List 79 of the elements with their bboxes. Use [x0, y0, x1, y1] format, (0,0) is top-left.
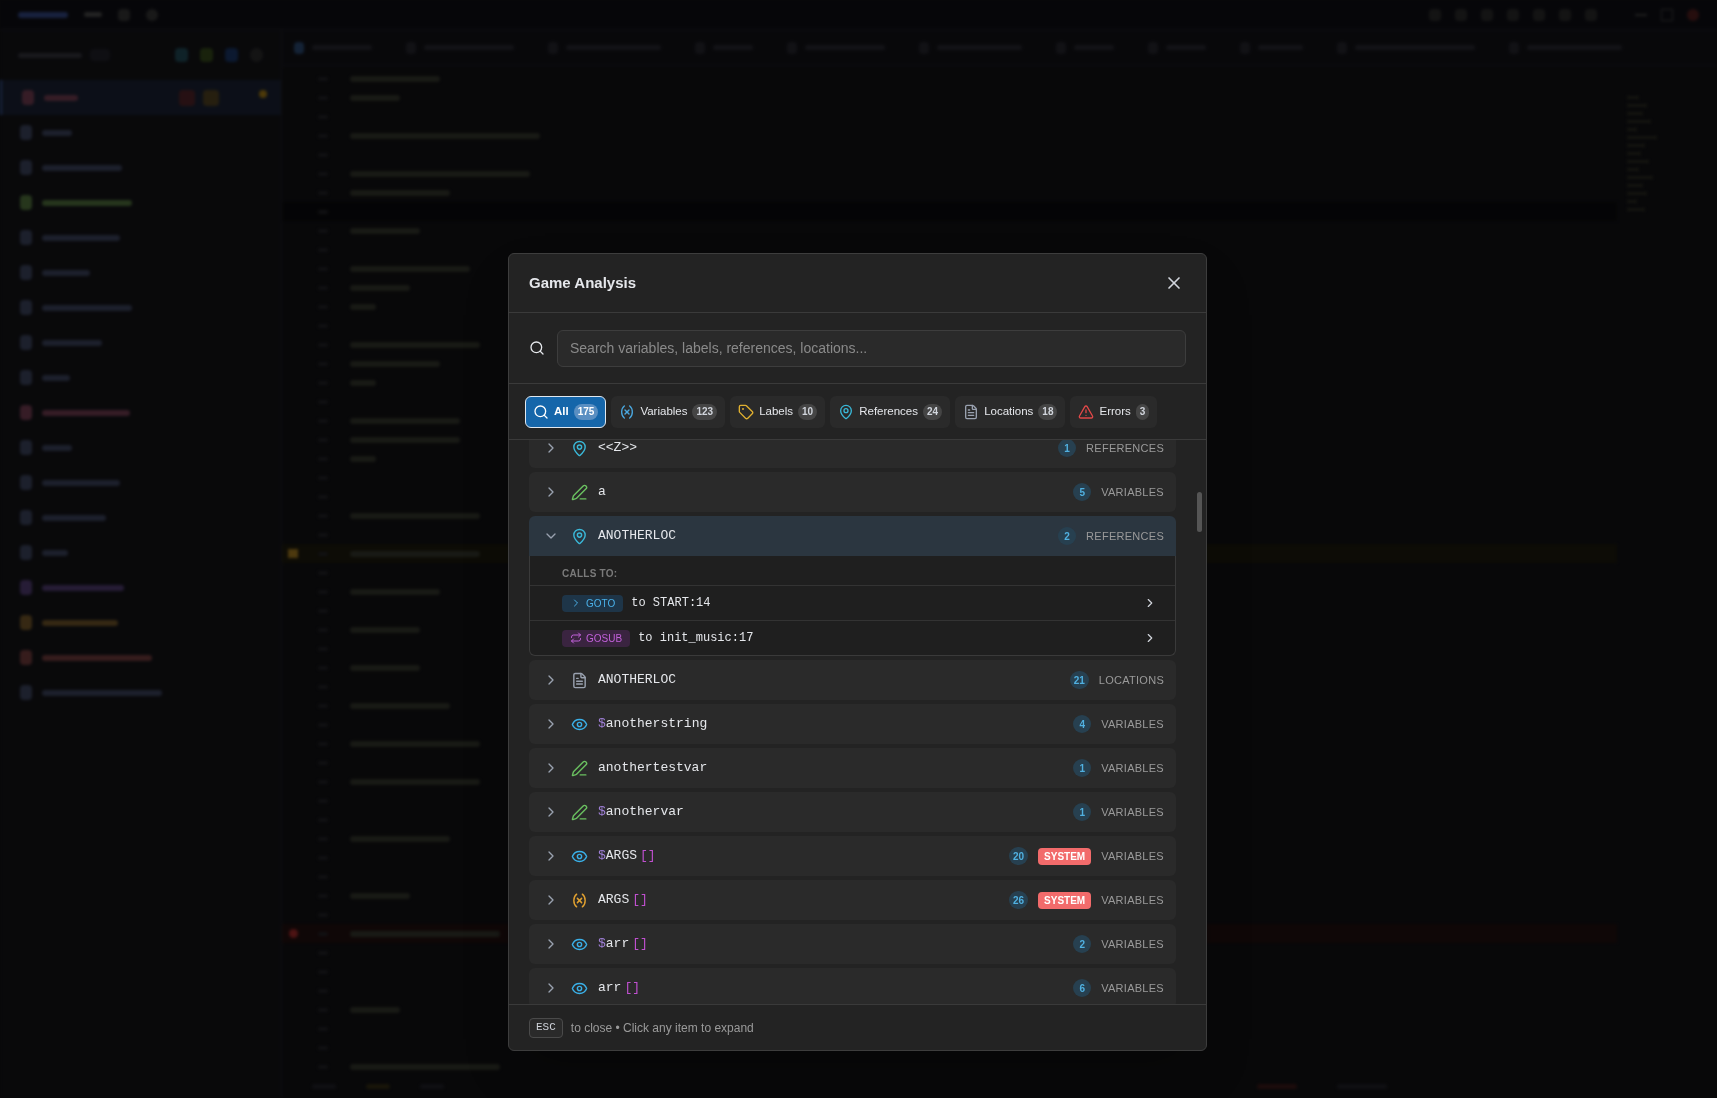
call-tag: GOTO — [562, 594, 624, 612]
result-row[interactable]: arr [] 6 VARIABLES — [529, 968, 1176, 1004]
filter-tab[interactable]: Locations 18 — [955, 395, 1066, 428]
result-name: <<Z>> — [598, 440, 637, 458]
count-badge: 21 — [1069, 671, 1089, 689]
search-field[interactable]: Search variables, labels, references, locations... — [557, 329, 1186, 367]
result-name: ANOTHERLOC — [598, 527, 676, 546]
call-tag: GOSUB — [562, 629, 631, 647]
result-row[interactable]: $ARGS [] 20 SYSTEM VARIABLES — [529, 836, 1176, 876]
result-name: $ARGS [] — [598, 847, 656, 866]
category-label: VARIABLES — [1101, 716, 1164, 732]
category-label: VARIABLES — [1101, 892, 1164, 908]
system-tag: SYSTEM — [1038, 891, 1092, 909]
result-name: a — [598, 483, 606, 502]
call-target: to START:14 — [631, 595, 711, 612]
pen-icon — [571, 803, 588, 821]
filter-tab[interactable]: Labels 10 — [730, 395, 826, 428]
call-row[interactable]: GOTO to START:14 — [530, 585, 1175, 620]
result-row[interactable]: anothertestvar 1 VARIABLES — [529, 748, 1176, 788]
result-row[interactable]: a 5 VARIABLES — [529, 472, 1176, 512]
loop-icon — [570, 632, 582, 644]
result-name: $anothervar — [598, 803, 684, 822]
call-row[interactable]: GOSUB to init_music:17 — [530, 620, 1175, 655]
result-name: ANOTHERLOC — [598, 671, 676, 690]
result-name: ARGS [] — [598, 891, 648, 910]
category-label: VARIABLES — [1101, 760, 1164, 776]
category-label: VARIABLES — [1101, 980, 1164, 996]
document-icon — [963, 403, 980, 420]
category-label: VARIABLES — [1101, 848, 1164, 864]
filter-tab[interactable]: Errors 3 — [1070, 395, 1158, 428]
count-badge: 1 — [1073, 759, 1092, 777]
result-name: $arr [] — [598, 935, 648, 954]
pen-icon — [571, 759, 588, 777]
variable-icon — [619, 403, 636, 420]
filter-tab[interactable]: Variables 123 — [611, 395, 726, 428]
result-row[interactable]: <<Z>> 1 REFERENCES — [529, 440, 1176, 468]
result-row[interactable]: $anothervar 1 VARIABLES — [529, 792, 1176, 832]
pen-icon — [571, 483, 588, 501]
filter-tab[interactable]: References 24 — [830, 395, 951, 428]
filter-tab[interactable]: All 175 — [525, 395, 607, 428]
esc-key: ESC — [529, 1017, 563, 1038]
footer-hint: to close • Click any item to expand — [570, 1019, 754, 1037]
pin-icon — [571, 440, 588, 457]
result-name: anothertestvar — [598, 759, 708, 778]
pin-icon — [571, 527, 588, 545]
category-label: REFERENCES — [1086, 528, 1164, 544]
result-row[interactable]: ANOTHERLOC 2 REFERENCES — [529, 516, 1176, 556]
call-target: to init_music:17 — [638, 630, 754, 647]
count-badge: 5 — [1073, 483, 1092, 501]
count-badge: 26 — [1008, 891, 1029, 909]
search-icon — [529, 340, 545, 356]
result-name: arr [] — [598, 979, 640, 998]
result-row[interactable]: ARGS [] 26 SYSTEM VARIABLES — [529, 880, 1176, 920]
tag-icon — [738, 403, 755, 420]
search-icon — [533, 403, 549, 420]
document-icon — [571, 671, 588, 689]
calls-heading: CALLS TO: — [561, 567, 619, 581]
count-badge: 20 — [1008, 847, 1029, 865]
count-badge: 1 — [1058, 440, 1077, 457]
count-badge: 1 — [1073, 803, 1092, 821]
scrollbar[interactable] — [1197, 492, 1202, 532]
system-tag: SYSTEM — [1038, 847, 1092, 865]
category-label: REFERENCES — [1086, 440, 1164, 456]
result-name: $anotherstring — [598, 715, 708, 734]
count-badge: 2 — [1073, 935, 1092, 953]
count-badge: 2 — [1058, 527, 1077, 545]
dialog-title: Game Analysis — [529, 272, 636, 293]
category-label: LOCATIONS — [1098, 672, 1164, 688]
result-row[interactable]: $arr [] 2 VARIABLES — [529, 924, 1176, 964]
count-badge: 6 — [1073, 979, 1092, 997]
result-row[interactable]: ANOTHERLOC 21 LOCATIONS — [529, 660, 1176, 700]
category-label: VARIABLES — [1101, 936, 1164, 952]
count-badge: 4 — [1073, 715, 1092, 733]
category-label: VARIABLES — [1101, 804, 1164, 820]
warning-icon — [1078, 403, 1095, 420]
result-row[interactable]: $anotherstring 4 VARIABLES — [529, 704, 1176, 744]
category-label: VARIABLES — [1101, 484, 1164, 500]
pin-icon — [838, 403, 855, 420]
variable-icon — [571, 891, 588, 909]
